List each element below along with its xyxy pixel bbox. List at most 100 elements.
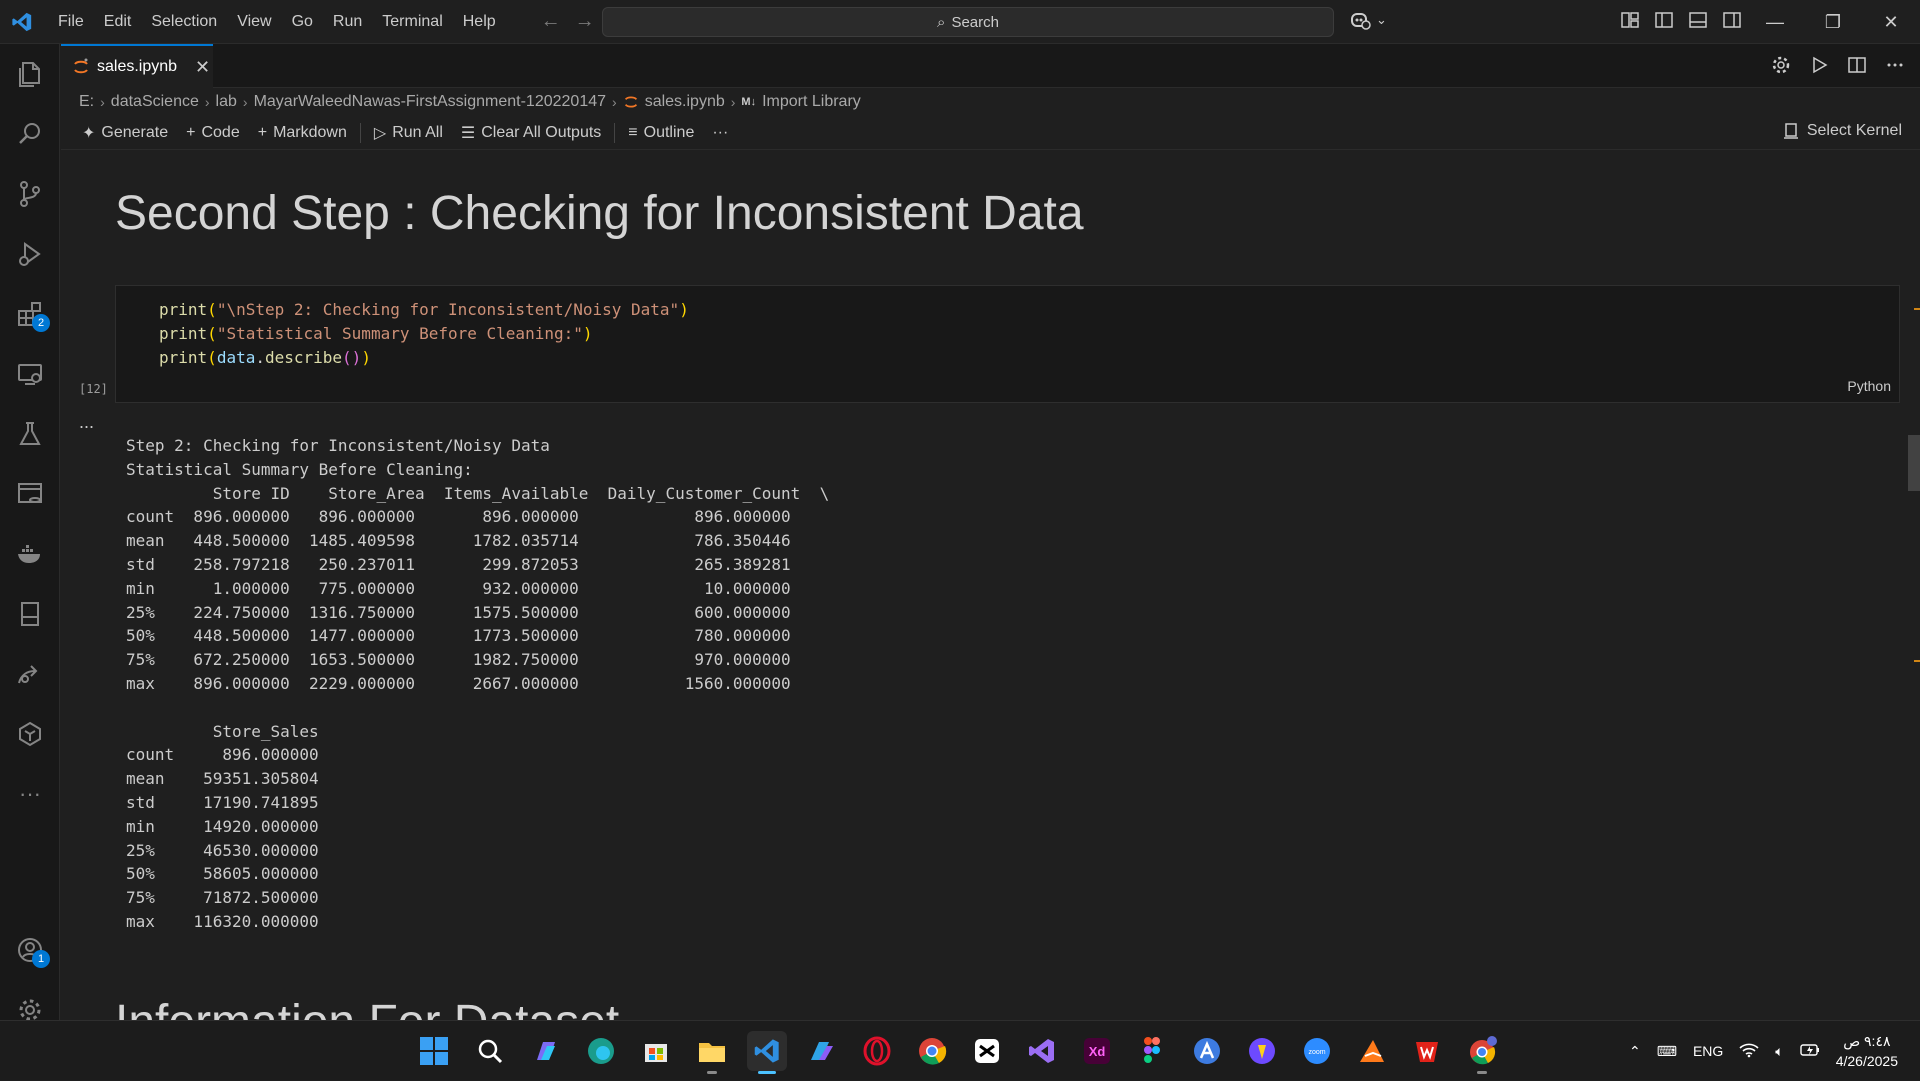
- breadcrumb-section[interactable]: Import Library: [762, 93, 861, 111]
- testing-icon[interactable]: [0, 410, 60, 458]
- title-bar: File Edit Selection View Go Run Terminal…: [0, 0, 1920, 44]
- battery-charging-icon[interactable]: [1800, 1043, 1820, 1060]
- clear-all-outputs-button[interactable]: ☰ Clear All Outputs: [452, 123, 610, 143]
- figma-icon[interactable]: [1132, 1031, 1172, 1071]
- accounts-icon[interactable]: 1: [0, 926, 60, 974]
- jupyter-file-icon: [624, 96, 637, 108]
- notebook-settings-gear-icon[interactable]: [1770, 54, 1792, 76]
- zoom-icon[interactable]: zoom: [1297, 1031, 1337, 1071]
- chevron-down-icon: ⌄: [1376, 12, 1387, 27]
- menu-run[interactable]: Run: [323, 0, 372, 44]
- markdown-section-icon: M↓: [741, 96, 757, 108]
- opera-icon[interactable]: [857, 1031, 897, 1071]
- add-code-cell-button[interactable]: + Code: [177, 124, 249, 142]
- run-debug-icon[interactable]: [0, 230, 60, 278]
- system-tray: ⌃ ⌨ ENG 🔈︎ ٩:٤٨ ص 4/26/2025: [1629, 1021, 1920, 1081]
- capcut-icon[interactable]: [967, 1031, 1007, 1071]
- select-kernel-button[interactable]: Select Kernel: [1783, 122, 1902, 140]
- vscode-taskbar-icon[interactable]: [747, 1031, 787, 1074]
- cell-language-button[interactable]: Python: [1847, 378, 1891, 394]
- run-all-button[interactable]: ▷ Run All: [365, 123, 452, 143]
- code-string: "\nStep 2: Checking for Inconsistent/Noi…: [216, 300, 680, 319]
- breadcrumb-folder-lab[interactable]: lab: [216, 93, 237, 111]
- extensions-icon[interactable]: 2: [0, 290, 60, 338]
- restore-icon[interactable]: ❐: [1804, 0, 1862, 44]
- code-editor[interactable]: print("\nStep 2: Checking for Inconsiste…: [159, 298, 689, 370]
- search-sidebar-icon[interactable]: [0, 110, 60, 158]
- toggle-panel-icon[interactable]: [1688, 10, 1708, 30]
- file-explorer-icon[interactable]: [692, 1031, 732, 1074]
- breadcrumb-file[interactable]: sales.ipynb: [645, 93, 725, 111]
- notebook-toolbar: ✦ Generate + Code + Markdown ▷ Run All ☰…: [61, 116, 1920, 150]
- scrollbar-thumb[interactable]: [1908, 435, 1920, 491]
- sublime-icon[interactable]: [1352, 1031, 1392, 1071]
- more-actions-icon[interactable]: [1884, 54, 1906, 76]
- menu-edit[interactable]: Edit: [94, 0, 142, 44]
- menu-file[interactable]: File: [48, 0, 94, 44]
- forward-arrow-icon[interactable]: →: [575, 10, 595, 33]
- copilot-menu-button[interactable]: ⌄: [1350, 10, 1387, 30]
- command-center-search[interactable]: ⌕ Search: [602, 7, 1334, 37]
- menu-terminal[interactable]: Terminal: [372, 0, 452, 44]
- menu-go[interactable]: Go: [282, 0, 323, 44]
- clock[interactable]: ٩:٤٨ ص 4/26/2025: [1836, 1031, 1898, 1071]
- notebook-editor[interactable]: Second Step : Checking for Inconsistent …: [61, 150, 1920, 1020]
- visual-studio-icon[interactable]: [1022, 1031, 1062, 1071]
- code-fn: print: [159, 348, 208, 367]
- close-tab-icon[interactable]: ✕: [195, 57, 210, 78]
- tab-filename: sales.ipynb: [97, 58, 178, 75]
- wps-office-icon[interactable]: [1407, 1031, 1447, 1071]
- menu-selection[interactable]: Selection: [141, 0, 227, 44]
- show-hidden-icons-chevron-up-icon[interactable]: ⌃: [1629, 1043, 1641, 1060]
- taskbar-search-icon[interactable]: [470, 1031, 510, 1071]
- explorer-icon[interactable]: [0, 50, 60, 98]
- edge-icon[interactable]: [581, 1031, 621, 1071]
- touch-keyboard-icon[interactable]: ⌨: [1657, 1043, 1677, 1060]
- back-arrow-icon[interactable]: ←: [541, 10, 561, 33]
- generate-button[interactable]: ✦ Generate: [73, 123, 177, 143]
- breadcrumb-folder-assignment[interactable]: MayarWaleedNawas-FirstAssignment-1202201…: [254, 93, 606, 111]
- copilot-chat-icon[interactable]: [0, 710, 60, 758]
- volume-icon[interactable]: 🔈︎: [1775, 1043, 1783, 1060]
- menu-view[interactable]: View: [227, 0, 281, 44]
- output-actions-button[interactable]: ...: [79, 412, 94, 433]
- add-markdown-cell-button[interactable]: + Markdown: [249, 124, 356, 142]
- input-language[interactable]: ENG: [1693, 1043, 1723, 1059]
- split-editor-icon[interactable]: [1846, 54, 1868, 76]
- live-share-icon[interactable]: [0, 650, 60, 698]
- toolbar-more-button[interactable]: ···: [703, 124, 737, 142]
- code-paren: (: [207, 324, 217, 343]
- minimize-icon[interactable]: —: [1746, 0, 1804, 44]
- run-file-icon[interactable]: [1808, 54, 1830, 76]
- markdown-heading: Second Step : Checking for Inconsistent …: [115, 187, 1084, 240]
- close-window-icon[interactable]: ✕: [1862, 0, 1920, 44]
- customize-layout-icon[interactable]: [1620, 10, 1640, 30]
- wifi-icon[interactable]: [1739, 1042, 1759, 1061]
- app-a-icon[interactable]: [1187, 1031, 1227, 1071]
- notebook-icon[interactable]: [0, 590, 60, 638]
- breadcrumb-folder-datascience[interactable]: dataScience: [111, 93, 199, 111]
- copilot-app-icon[interactable]: [526, 1031, 566, 1071]
- m365-icon[interactable]: [802, 1031, 842, 1071]
- source-control-icon[interactable]: [0, 170, 60, 218]
- adobe-xd-icon[interactable]: Xd: [1077, 1031, 1117, 1071]
- chrome-profile-icon[interactable]: [1462, 1031, 1502, 1074]
- code-cell[interactable]: print("\nStep 2: Checking for Inconsiste…: [115, 285, 1900, 403]
- chevron-right-icon: ›: [730, 94, 736, 110]
- chrome-icon[interactable]: [912, 1031, 952, 1071]
- breadcrumb-drive[interactable]: E:: [79, 93, 94, 111]
- docker-icon[interactable]: [0, 530, 60, 578]
- more-views-icon[interactable]: ···: [0, 770, 60, 818]
- proton-icon[interactable]: [1242, 1031, 1282, 1071]
- menu-help[interactable]: Help: [453, 0, 506, 44]
- outline-button[interactable]: ≡ Outline: [619, 124, 703, 142]
- toggle-primary-sidebar-icon[interactable]: [1654, 10, 1674, 30]
- tab-sales-notebook[interactable]: sales.ipynb ✕: [61, 44, 213, 88]
- microsoft-store-icon[interactable]: [636, 1031, 676, 1071]
- windows-start-icon[interactable]: [414, 1031, 454, 1071]
- database-icon[interactable]: [0, 470, 60, 518]
- code-fn: print: [159, 324, 208, 343]
- remote-explorer-icon[interactable]: [0, 350, 60, 398]
- toggle-secondary-sidebar-icon[interactable]: [1722, 10, 1742, 30]
- running-indicator: [1477, 1071, 1487, 1074]
